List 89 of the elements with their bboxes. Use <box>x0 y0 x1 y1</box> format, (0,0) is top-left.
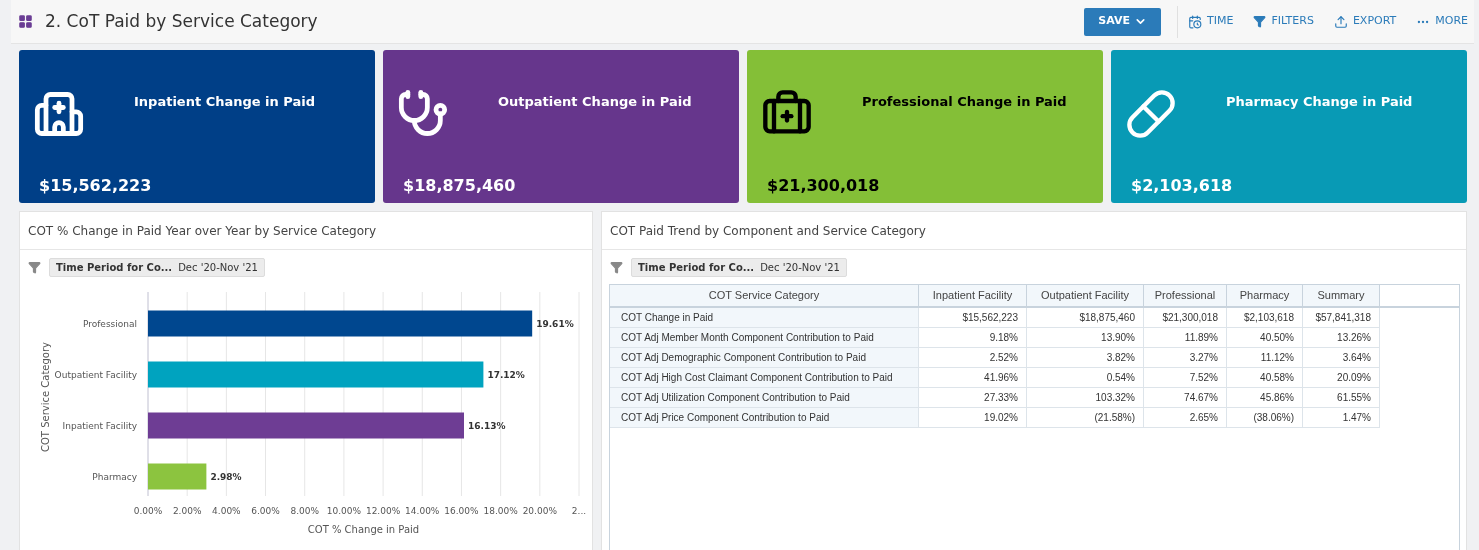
panel-title: COT % Change in Paid Year over Year by Service Category <box>28 222 377 240</box>
axis-title: COT Service Category <box>40 342 51 452</box>
toolbar-button[interactable]: FILTERS <box>1253 13 1314 30</box>
table-cell: 45.86% <box>1227 388 1303 408</box>
table-cell: 11.12% <box>1227 348 1303 368</box>
table-cell: COT Adj Utilization Component Contribution to Paid <box>610 388 919 408</box>
tile-title: Outpatient Change in Paid <box>498 93 692 111</box>
table-cell: 19.02% <box>919 408 1027 428</box>
table-cell: 103.32% <box>1027 388 1144 408</box>
table-cell: (38.06%) <box>1227 408 1303 428</box>
category-label: Outpatient Facility <box>54 369 137 380</box>
tick-label: 4.00% <box>212 506 241 516</box>
tile-value: $15,562,223 <box>39 175 152 197</box>
upload-icon <box>1333 14 1348 29</box>
tile-title: Professional Change in Paid <box>862 93 1067 111</box>
table-cell: (21.58%) <box>1027 408 1144 428</box>
table-cell: $21,300,018 <box>1144 308 1227 328</box>
tile-value: $18,875,460 <box>403 175 516 197</box>
filter-icon <box>610 260 623 274</box>
table-cell: 61.55% <box>1303 388 1380 408</box>
column-header: COT Service Category <box>610 285 919 306</box>
tick-label: 8.00% <box>290 506 319 516</box>
filter-icon <box>28 260 41 274</box>
tick-label: 12.00% <box>365 506 401 516</box>
column-header: Professional <box>1144 285 1227 306</box>
table-cell: 13.26% <box>1303 328 1380 348</box>
tick-label: 2.00% <box>172 506 202 516</box>
column-header: Pharmacy <box>1227 285 1303 306</box>
pill-icon <box>1125 88 1177 140</box>
table-cell: 2.52% <box>919 348 1027 368</box>
table-cell: 2.65% <box>1144 408 1227 428</box>
table-cell: 3.27% <box>1144 348 1227 368</box>
tick-label: 0.00% <box>133 506 163 516</box>
toolbar-button[interactable]: EXPORT <box>1333 13 1397 30</box>
table-cell: 40.58% <box>1227 368 1303 388</box>
table-cell: 11.89% <box>1144 328 1227 348</box>
value-label: 16.13% <box>468 420 506 431</box>
table-cell: 20.09% <box>1303 368 1380 388</box>
panel-title: COT Paid Trend by Component and Service Category <box>610 222 926 240</box>
filter-chip[interactable]: Time Period for Co... Dec '20-Nov '21 <box>631 257 847 277</box>
save-button[interactable]: SAVE <box>1084 7 1161 36</box>
table-cell: 7.52% <box>1144 368 1227 388</box>
table-cell: COT Adj Price Component Contribution to Paid <box>610 408 919 428</box>
tick-label: 20.00% <box>522 506 557 516</box>
tick-label: 6.00% <box>251 506 280 516</box>
table-cell: 3.64% <box>1303 348 1380 368</box>
table-cell: 74.67% <box>1144 388 1227 408</box>
toolbar-button[interactable]: TIME <box>1188 13 1234 30</box>
page-title: 2. CoT Paid by Service Category <box>45 9 318 33</box>
category-label: Inpatient Facility <box>62 420 137 431</box>
tile-value: $2,103,618 <box>1131 175 1233 197</box>
grid-icon <box>18 14 33 29</box>
table-cell: 0.54% <box>1027 368 1144 388</box>
column-header: Outpatient Facility <box>1027 285 1144 306</box>
value-label: 19.61% <box>536 318 574 329</box>
tick-label: 18.00% <box>483 506 518 516</box>
table-cell: $18,875,460 <box>1027 308 1144 328</box>
table-cell: COT Adj Demographic Component Contribution to Paid <box>610 348 919 368</box>
table-cell: COT Change in Paid <box>610 308 919 328</box>
filter-chip[interactable]: Time Period for Co... Dec '20-Nov '21 <box>49 257 265 277</box>
tick-label: 16.00% <box>444 506 479 516</box>
table-cell: $15,562,223 <box>919 308 1027 328</box>
column-header: Summary <box>1303 285 1380 306</box>
category-label: Professional <box>82 318 137 329</box>
tick-label: 2... <box>571 506 587 516</box>
table-cell: 41.96% <box>919 368 1027 388</box>
column-header: Inpatient Facility <box>919 285 1027 306</box>
table-cell: $57,841,318 <box>1303 308 1380 328</box>
table-cell: 1.47% <box>1303 408 1380 428</box>
calendar-icon <box>1188 14 1202 29</box>
table-cell: 9.18% <box>919 328 1027 348</box>
tick-label: 14.00% <box>405 506 440 516</box>
toolbar-button[interactable]: MORE <box>1416 13 1468 30</box>
tile-value: $21,300,018 <box>767 175 880 197</box>
axis-title: COT % Change in Paid <box>307 524 420 535</box>
tile-title: Inpatient Change in Paid <box>134 93 316 111</box>
value-label: 2.98% <box>210 471 242 482</box>
table-cell: 40.50% <box>1227 328 1303 348</box>
category-label: Pharmacy <box>92 471 137 482</box>
value-label: 17.12% <box>487 369 525 380</box>
table-cell: COT Adj High Cost Claimant Component Contribution to Paid <box>610 368 919 388</box>
table-cell: 27.33% <box>919 388 1027 408</box>
table-cell: $2,103,618 <box>1227 308 1303 328</box>
tick-label: 10.00% <box>326 506 362 516</box>
filter-icon <box>1253 15 1267 28</box>
tile-title: Pharmacy Change in Paid <box>1226 93 1413 111</box>
table-cell: COT Adj Member Month Component Contribution to Paid <box>610 328 919 348</box>
table-cell: 3.82% <box>1027 348 1144 368</box>
table-cell: 13.90% <box>1027 328 1144 348</box>
